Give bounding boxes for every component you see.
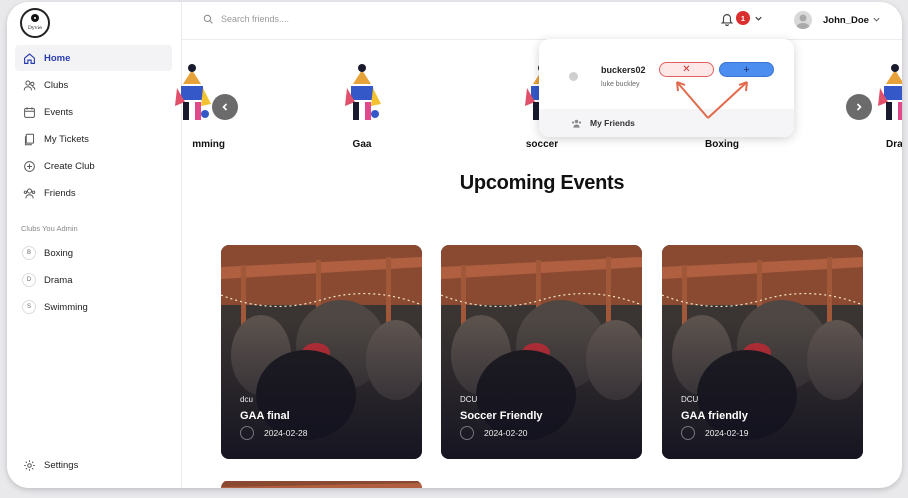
sidebar-item-label: Home xyxy=(44,52,71,64)
event-card[interactable]: DCU Soccer Friendly 2024-02-20 xyxy=(441,245,642,459)
calendar-icon xyxy=(681,426,695,440)
home-icon xyxy=(23,52,36,65)
event-date-row: 2024-02-28 xyxy=(240,426,307,440)
username-label[interactable]: John_Doe xyxy=(823,15,869,26)
admin-club-drama[interactable]: D Drama xyxy=(15,267,172,293)
event-title: GAA friendly xyxy=(681,410,748,422)
carousel-prev-button[interactable] xyxy=(212,94,238,120)
carousel-club-label: Gaa xyxy=(352,139,372,150)
club-initial-badge: S xyxy=(22,300,36,314)
sidebar-item-label: My Tickets xyxy=(44,133,89,145)
ticket-icon xyxy=(23,133,36,146)
friend-request-real-name: luke buckley xyxy=(601,81,640,88)
friends-icon xyxy=(23,187,36,200)
carousel-club[interactable]: Dra xyxy=(860,62,902,150)
admin-club-label: Boxing xyxy=(44,247,74,259)
event-date-row: 2024-02-19 xyxy=(681,426,748,440)
reject-request-button[interactable]: ✕ xyxy=(659,62,714,77)
plus-icon: + xyxy=(743,63,750,76)
sidebar-item-friends[interactable]: Friends xyxy=(15,180,172,206)
close-icon: ✕ xyxy=(682,64,691,75)
search-icon xyxy=(203,14,213,24)
my-friends-label: My Friends xyxy=(590,118,635,128)
admin-club-swimming[interactable]: S Swimming xyxy=(15,294,172,320)
avatar xyxy=(569,72,578,81)
admin-club-label: Drama xyxy=(44,274,73,286)
carousel-club-label: Dra xyxy=(886,139,902,150)
admin-clubs-list: B Boxing D Drama S Swimming xyxy=(15,240,172,321)
search-placeholder: Search friends.... xyxy=(221,14,290,24)
accept-request-button[interactable]: + xyxy=(719,62,774,77)
top-bar: Search friends.... 1 John_Doe xyxy=(182,2,902,40)
sidebar-item-label: Friends xyxy=(44,187,76,199)
sidebar-item-label: Create Club xyxy=(44,160,95,172)
sidebar-item-clubs[interactable]: Clubs xyxy=(15,72,172,98)
sidebar-item-my-tickets[interactable]: My Tickets xyxy=(15,126,172,152)
event-date-row: 2024-02-20 xyxy=(460,426,527,440)
club-initial-badge: D xyxy=(22,273,36,287)
carousel-club-label: mming xyxy=(192,139,225,150)
bell-icon[interactable] xyxy=(720,12,734,26)
event-title: Soccer Friendly xyxy=(460,410,543,422)
admin-club-label: Swimming xyxy=(44,301,88,313)
friend-request-row: buckers02 luke buckley ✕ + xyxy=(539,39,794,109)
gear-icon xyxy=(23,459,36,472)
chevron-down-icon[interactable] xyxy=(754,14,763,23)
page-title: Upcoming Events xyxy=(459,172,625,194)
club-illustration xyxy=(878,64,902,120)
avatar[interactable] xyxy=(794,11,812,29)
app-logo[interactable]: Dyvie xyxy=(20,8,50,38)
event-date: 2024-02-19 xyxy=(705,428,749,438)
notifications-dropdown: buckers02 luke buckley ✕ + My Friends xyxy=(539,39,794,137)
club-illustration xyxy=(175,64,211,120)
notification-count-badge[interactable]: 1 xyxy=(736,11,750,25)
calendar-icon xyxy=(240,426,254,440)
chevron-left-icon xyxy=(222,103,228,111)
event-card[interactable]: DCU GAA friendly 2024-02-19 xyxy=(662,245,863,459)
app-window: Dyvie Home Clubs Events My Tickets Creat… xyxy=(7,2,902,488)
club-initial-badge: B xyxy=(22,246,36,260)
calendar-icon xyxy=(23,106,36,119)
sidebar-nav: Home Clubs Events My Tickets Create Club… xyxy=(15,45,172,207)
event-club: DCU xyxy=(681,395,699,404)
clubs-you-admin-heading: Clubs You Admin xyxy=(21,224,78,233)
sidebar-item-home[interactable]: Home xyxy=(15,45,172,71)
sidebar: Dyvie Home Clubs Events My Tickets Creat… xyxy=(7,2,182,488)
chevron-down-icon[interactable] xyxy=(872,15,881,24)
event-date: 2024-02-28 xyxy=(264,428,308,438)
settings-link[interactable]: Settings xyxy=(23,459,78,472)
users-icon xyxy=(23,79,36,92)
calendar-icon xyxy=(460,426,474,440)
event-club: dcu xyxy=(240,395,253,404)
logo-text: Dyvie xyxy=(27,24,43,31)
my-friends-link[interactable]: My Friends xyxy=(539,109,794,137)
club-illustration xyxy=(345,64,381,120)
sidebar-item-label: Events xyxy=(44,106,74,118)
sidebar-item-label: Clubs xyxy=(44,79,69,91)
sidebar-item-create-club[interactable]: Create Club xyxy=(15,153,172,179)
carousel-club-label: Boxing xyxy=(705,139,739,150)
sidebar-item-events[interactable]: Events xyxy=(15,99,172,125)
event-date: 2024-02-20 xyxy=(484,428,528,438)
friend-request-username: buckers02 xyxy=(601,65,646,75)
friends-icon xyxy=(571,119,582,128)
event-card-partial[interactable] xyxy=(221,480,422,488)
admin-club-boxing[interactable]: B Boxing xyxy=(15,240,172,266)
carousel-club-label: soccer xyxy=(525,139,559,150)
plus-circle-icon xyxy=(23,160,36,173)
settings-label: Settings xyxy=(44,460,79,471)
carousel-club[interactable]: Gaa xyxy=(327,62,397,150)
event-club: DCU xyxy=(460,395,478,404)
search-input[interactable]: Search friends.... xyxy=(203,14,289,24)
event-card[interactable]: dcu GAA final 2024-02-28 xyxy=(221,245,422,459)
event-title: GAA final xyxy=(240,410,290,422)
